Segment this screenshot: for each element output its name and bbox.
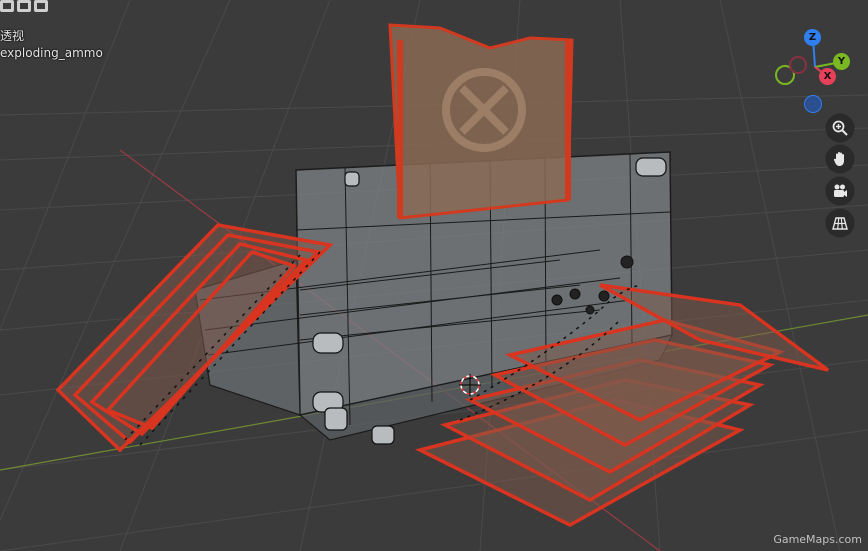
hand-icon[interactable] xyxy=(826,145,854,173)
view-mode-label: 透视 xyxy=(0,29,25,43)
scene-canvas[interactable] xyxy=(0,0,868,551)
mode-icon[interactable] xyxy=(0,0,14,12)
overlay-icon[interactable] xyxy=(17,0,31,12)
watermark-text: GameMaps.com xyxy=(773,533,862,546)
gizmo-y-ball[interactable]: Y xyxy=(833,53,850,70)
active-object-label: exploding_ammo xyxy=(0,46,103,60)
grid-icon[interactable] xyxy=(826,209,854,237)
camera-icon[interactable] xyxy=(826,177,854,205)
gizmo-neg-z-ball[interactable] xyxy=(804,95,822,113)
zoom-icon[interactable] xyxy=(826,114,854,142)
gizmo-z-ball[interactable]: Z xyxy=(804,29,821,46)
3d-viewport[interactable]: 透视 exploding_ammo Z Y X GameMaps.com xyxy=(0,0,868,551)
navigation-gizmo[interactable]: Z Y X xyxy=(768,25,858,115)
sign-panel xyxy=(388,23,574,220)
header-icons xyxy=(0,0,48,12)
gizmo-x-ball[interactable]: X xyxy=(819,68,836,85)
shading-icon[interactable] xyxy=(34,0,48,12)
gizmo-neg-x-ball[interactable] xyxy=(789,56,807,74)
